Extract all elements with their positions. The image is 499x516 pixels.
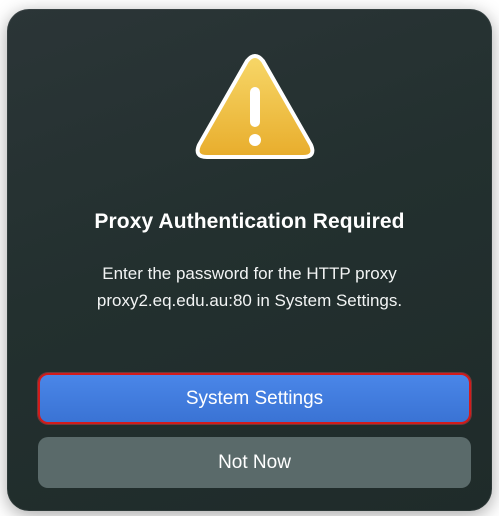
dialog-message: Enter the password for the HTTP proxy pr… [27,260,472,314]
not-now-button-label: Not Now [218,451,291,473]
dialog-title: Proxy Authentication Required [94,210,405,233]
system-settings-button-label: System Settings [185,387,324,409]
warning-triangle-icon [195,54,315,159]
not-now-button[interactable]: Not Now [38,437,471,488]
proxy-auth-dialog: Proxy Authentication Required Enter the … [7,9,492,511]
dialog-message-line-2: proxy2.eq.edu.au:80 in System Settings. [96,291,403,310]
dialog-message-line-1: Enter the password for the HTTP proxy [102,264,397,283]
system-settings-button[interactable]: System Settings [38,373,471,424]
